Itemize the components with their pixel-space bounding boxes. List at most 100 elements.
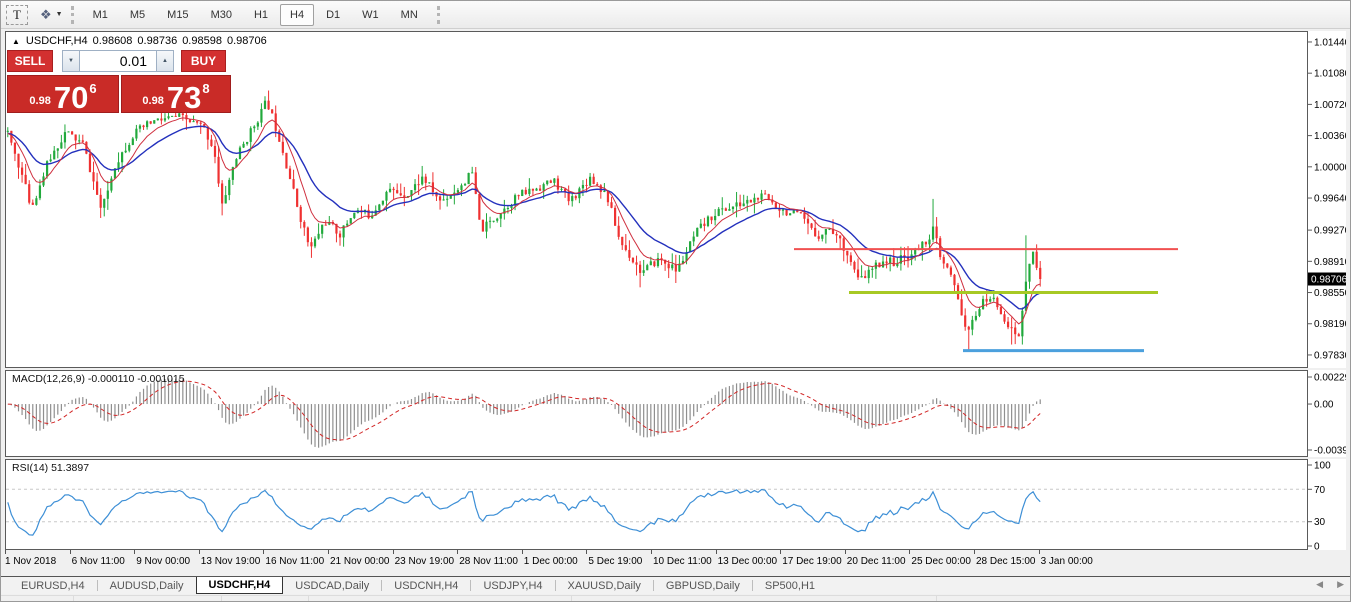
- toolbar-grip: [71, 6, 74, 24]
- rsi-indicator-label: RSI(14) 51.3897: [12, 462, 89, 474]
- tab-scroll-right-icon[interactable]: ▶: [1337, 579, 1344, 590]
- rsi-canvas[interactable]: 100 70 30 0: [5, 459, 1346, 550]
- time-tick: [586, 550, 587, 554]
- time-tick: [263, 550, 264, 554]
- sell-price-display[interactable]: 0.98 70 6: [7, 75, 119, 113]
- ohlc-low-value: 0.98598: [182, 35, 222, 47]
- time-label: 28 Dec 15:00: [976, 556, 1036, 567]
- chevron-down-icon: ▼: [56, 11, 63, 18]
- timeframe-buttons: M1M5M15M30H1H4D1W1MN: [82, 4, 429, 26]
- lot-size-input[interactable]: 0.01: [80, 50, 156, 72]
- time-label: 16 Nov 11:00: [265, 556, 324, 567]
- macd-axis-tick: -0.003904: [1314, 446, 1346, 457]
- tab-gbpusd-daily[interactable]: GBPUSD,Daily: [654, 577, 752, 594]
- time-tick: [457, 550, 458, 554]
- macd-canvas[interactable]: 0.002297 0.00 -0.003904: [5, 370, 1346, 457]
- macd-axis-tick: 0.00: [1314, 400, 1334, 411]
- timeframe-button-m15[interactable]: M15: [157, 4, 198, 26]
- time-axis[interactable]: 1 Nov 20186 Nov 11:009 Nov 00:0013 Nov 1…: [5, 550, 1346, 572]
- timeframe-button-h1[interactable]: H1: [244, 4, 278, 26]
- time-label: 1 Dec 00:00: [524, 556, 578, 567]
- lot-increase-button[interactable]: ▲: [156, 50, 174, 72]
- buy-button[interactable]: BUY: [181, 50, 226, 72]
- time-label: 28 Nov 11:00: [459, 556, 518, 567]
- tab-usdjpy-h4[interactable]: USDJPY,H4: [471, 577, 554, 594]
- tab-eurusd-h4[interactable]: EURUSD,H4: [9, 577, 97, 594]
- time-tick: [5, 550, 6, 554]
- time-label: 25 Dec 00:00: [911, 556, 971, 567]
- tab-usdchf-h4[interactable]: USDCHF,H4: [196, 577, 284, 594]
- buy-price-big: 73: [167, 83, 201, 112]
- time-label: 17 Dec 19:00: [782, 556, 842, 567]
- toolbar: T ❖ ▼ M1M5M15M30H1H4D1W1MN: [1, 1, 1350, 29]
- time-label: 9 Nov 00:00: [136, 556, 190, 567]
- price-chart-panel[interactable]: 1.014401.010801.007201.003601.000000.996…: [5, 31, 1346, 368]
- toolbar-grip-2: [437, 6, 440, 24]
- price-axis-tick: 1.01440: [1314, 37, 1346, 48]
- time-tick: [199, 550, 200, 554]
- time-tick: [70, 550, 71, 554]
- collapse-triangle-icon[interactable]: ▲: [12, 37, 20, 46]
- timeframe-button-m5[interactable]: M5: [120, 4, 155, 26]
- chart-tabs-bar: EURUSD,H4AUDUSD,DailyUSDCHF,H4USDCAD,Dai…: [1, 576, 1350, 594]
- sell-price-sup: 6: [89, 81, 96, 96]
- rsi-axis-tick: 100: [1314, 461, 1331, 472]
- sell-button[interactable]: SELL: [7, 50, 53, 72]
- timeframe-button-m30[interactable]: M30: [201, 4, 242, 26]
- tab-usdcnh-h4[interactable]: USDCNH,H4: [382, 577, 470, 594]
- price-axis-tick: 1.00720: [1314, 100, 1346, 111]
- price-axis-tick: 1.00360: [1314, 131, 1346, 142]
- buy-price-display[interactable]: 0.98 73 8: [121, 75, 231, 113]
- macd-panel[interactable]: 0.002297 0.00 -0.003904 MACD(12,26,9) -0.0…: [5, 370, 1346, 457]
- price-axis-tick: 0.98910: [1314, 257, 1346, 268]
- tab-audusd-daily[interactable]: AUDUSD,Daily: [98, 577, 196, 594]
- time-tick: [909, 550, 910, 554]
- time-label: 13 Nov 19:00: [201, 556, 261, 567]
- rsi-axis-tick: 70: [1314, 485, 1326, 496]
- price-axis-tick: 0.98190: [1314, 319, 1346, 330]
- timeframe-button-w1[interactable]: W1: [352, 4, 389, 26]
- price-axis-tick: 1.01080: [1314, 69, 1346, 80]
- time-label: 13 Dec 00:00: [718, 556, 778, 567]
- rsi-axis-tick: 30: [1314, 517, 1326, 528]
- time-tick: [845, 550, 846, 554]
- macd-indicator-label: MACD(12,26,9) -0.000110 -0.001015: [12, 373, 185, 385]
- price-axis-tick: 0.99270: [1314, 226, 1346, 237]
- timeframe-button-mn[interactable]: MN: [391, 4, 428, 26]
- arrows-tool-button[interactable]: ❖ ▼: [40, 7, 63, 23]
- ohlc-close-value: 0.98706: [227, 35, 267, 47]
- time-tick: [1039, 550, 1040, 554]
- time-label: 5 Dec 19:00: [588, 556, 642, 567]
- timeframe-button-m1[interactable]: M1: [83, 4, 118, 26]
- rsi-panel[interactable]: 100 70 30 0 RSI(14) 51.3897: [5, 459, 1346, 550]
- time-tick: [522, 550, 523, 554]
- time-label: 3 Jan 00:00: [1041, 556, 1093, 567]
- tab-xauusd-daily[interactable]: XAUUSD,Daily: [556, 577, 653, 594]
- lot-decrease-button[interactable]: ▼: [62, 50, 80, 72]
- time-tick: [651, 550, 652, 554]
- tab-scroll-buttons: ◀ ▶: [1316, 579, 1344, 590]
- terminal-window: T ❖ ▼ M1M5M15M30H1H4D1W1MN 1.01440 1.0108…: [0, 0, 1351, 602]
- time-label: 23 Nov 19:00: [395, 556, 455, 567]
- time-tick: [974, 550, 975, 554]
- time-label: 1 Nov 2018: [5, 556, 56, 567]
- ohlc-high-value: 0.98736: [137, 35, 177, 47]
- ohlc-open-value: 0.98608: [93, 35, 133, 47]
- time-tick: [716, 550, 717, 554]
- rsi-axis-tick: 0: [1314, 542, 1320, 551]
- tab-sp500-h1[interactable]: SP500,H1: [753, 577, 827, 594]
- tab-scroll-left-icon[interactable]: ◀: [1316, 579, 1323, 590]
- timeframe-button-h4[interactable]: H4: [280, 4, 314, 26]
- time-tick: [134, 550, 135, 554]
- time-tick: [393, 550, 394, 554]
- price-axis-tick: 1.00000: [1314, 162, 1346, 173]
- buy-price-sup: 8: [202, 81, 209, 96]
- price-axis-tick: 0.98550: [1314, 288, 1346, 299]
- time-label: 20 Dec 11:00: [847, 556, 906, 567]
- macd-axis-tick: 0.002297: [1314, 373, 1346, 384]
- one-click-trading-panel: SELL ▼ 0.01 ▲ BUY 0.98 70 6 0.98 73 8: [7, 50, 233, 113]
- arrows-tool-icon: ❖: [40, 7, 52, 23]
- timeframe-button-d1[interactable]: D1: [316, 4, 350, 26]
- text-label-tool-icon[interactable]: T: [6, 5, 28, 25]
- tab-usdcad-daily[interactable]: USDCAD,Daily: [283, 577, 381, 594]
